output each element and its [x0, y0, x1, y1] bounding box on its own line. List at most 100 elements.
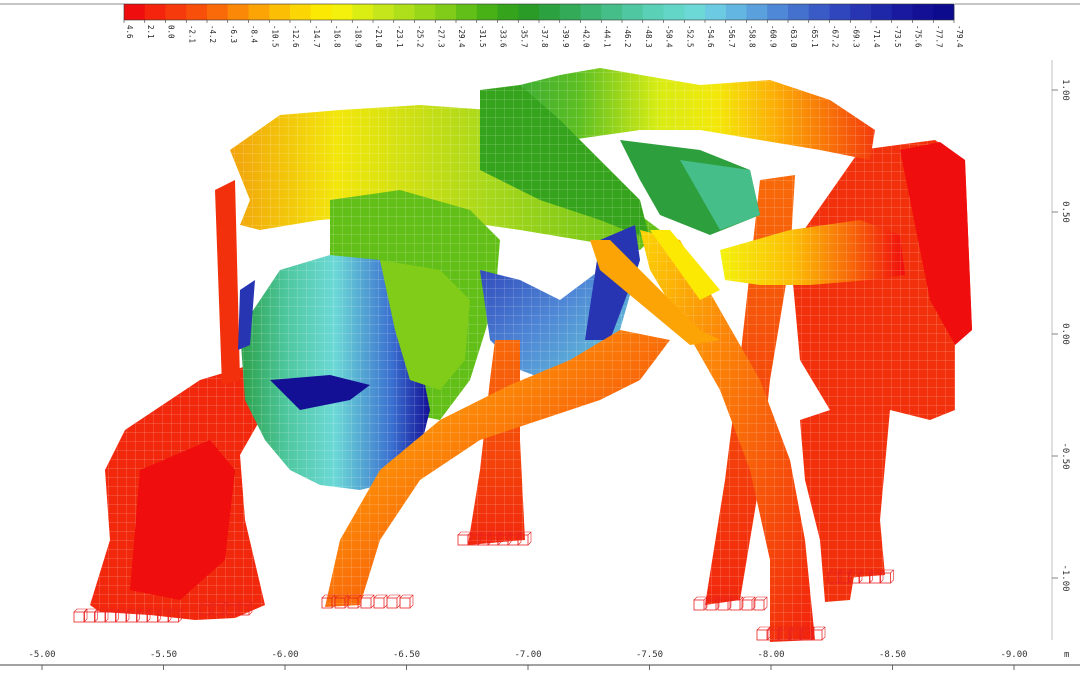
color-legend-label: -48.3: [644, 25, 653, 48]
structure-model: [90, 68, 972, 642]
color-swatch: [684, 4, 706, 20]
x-tick-label: -5.00: [28, 650, 55, 660]
color-swatch: [539, 4, 561, 20]
color-swatch: [705, 4, 727, 20]
color-legend-label: -29.4: [457, 25, 466, 48]
color-legend-label: 2.1: [146, 25, 155, 39]
color-swatch: [788, 4, 810, 20]
color-legend-label: -56.7: [727, 25, 736, 48]
color-swatch: [414, 4, 436, 20]
color-legend-label: -21.0: [374, 25, 383, 48]
structure-viewport: 4.6 2.1 0.0 -2.1 -4.2 -6.3 -8.4 -10.5 -12.6 -14.7…: [0, 3, 1080, 670]
color-legend-label: -31.5: [478, 25, 487, 48]
color-legend-label: -77.7: [934, 25, 943, 48]
color-swatch: [559, 4, 581, 20]
color-swatch: [248, 4, 270, 20]
color-swatch: [808, 4, 830, 20]
color-swatch: [829, 4, 851, 20]
y-tick-label: 0.50: [1060, 201, 1070, 223]
support-box: [756, 629, 768, 641]
color-swatch: [207, 4, 229, 20]
color-swatch: [269, 4, 291, 20]
color-legend-label: -63.0: [789, 25, 798, 48]
color-swatch: [435, 4, 457, 20]
color-legend-label: -50.4: [665, 25, 674, 48]
color-swatch: [601, 4, 623, 20]
color-legend-label: -8.4: [250, 25, 259, 44]
color-legend-label: -44.1: [602, 25, 611, 48]
x-axis-ticks: -5.00 -5.50 -6.00 -6.50 -7.00 -7.50 -8.00 -8.50…: [28, 650, 1028, 670]
y-tick-label: 1.00: [1060, 79, 1070, 101]
x-axis-unit: m: [1064, 650, 1069, 660]
color-swatch: [663, 4, 685, 20]
color-legend-label: -10.5: [270, 25, 279, 48]
color-swatch: [767, 4, 789, 20]
support-box: [457, 534, 469, 546]
color-swatch: [227, 4, 249, 20]
support-box: [386, 597, 398, 609]
color-legend-label: -60.9: [768, 25, 777, 48]
color-legend-label: -65.1: [810, 25, 819, 48]
color-swatch: [373, 4, 395, 20]
color-swatch: [580, 4, 602, 20]
support-box: [693, 599, 705, 611]
color-legend-label: -6.3: [229, 25, 238, 43]
color-legend-label: -23.1: [395, 25, 404, 48]
support-box: [729, 599, 741, 611]
color-swatch: [497, 4, 519, 20]
x-tick-label: -5.50: [150, 650, 177, 660]
color-swatch: [144, 4, 166, 20]
support-box: [84, 611, 95, 623]
support-box: [399, 597, 411, 609]
color-swatch: [746, 4, 768, 20]
color-legend-label: -37.8: [540, 25, 549, 48]
color-legend-label: -52.5: [685, 25, 694, 48]
color-swatch: [891, 4, 913, 20]
color-swatch: [871, 4, 893, 20]
color-swatch: [310, 4, 332, 20]
color-swatch: [165, 4, 187, 20]
x-tick-label: -9.00: [1000, 650, 1027, 660]
color-swatch: [124, 4, 146, 20]
x-tick-label: -8.00: [757, 650, 784, 660]
color-legend-label: -35.7: [519, 25, 528, 48]
color-legend-label: -25.2: [416, 25, 425, 48]
color-swatch: [642, 4, 664, 20]
color-swatch: [622, 4, 644, 20]
x-tick-label: -8.50: [879, 650, 906, 660]
color-legend-label: -27.3: [436, 25, 445, 48]
y-tick-label: -1.00: [1060, 564, 1070, 591]
color-swatch: [186, 4, 208, 20]
x-tick-label: -7.50: [636, 650, 663, 660]
color-swatch: [518, 4, 540, 20]
support-box: [753, 599, 765, 611]
color-legend-label: -18.9: [353, 25, 362, 48]
y-tick-label: -0.50: [1060, 442, 1070, 469]
color-legend-label: -12.6: [291, 25, 300, 48]
color-legend-label: -71.4: [872, 25, 881, 48]
y-tick-label: 0.00: [1060, 323, 1070, 345]
color-legend-label: -42.0: [582, 25, 591, 48]
support-box: [741, 599, 753, 611]
support-box: [360, 597, 372, 609]
color-swatch: [850, 4, 872, 20]
support-box: [94, 611, 106, 623]
support-box: [73, 611, 85, 623]
color-legend-label: -46.2: [623, 25, 632, 48]
color-swatch: [393, 4, 415, 20]
color-legend-label: -16.8: [333, 25, 342, 48]
color-swatch: [331, 4, 353, 20]
color-legend-label: -4.2: [208, 25, 217, 43]
color-legend-labels: 4.6 2.1 0.0 -2.1 -4.2 -6.3 -8.4 -10.5 -12.6 -14.7…: [123, 20, 964, 48]
support-box: [115, 611, 127, 623]
y-axis-ticks: 1.00 0.50 0.00 -0.50 -1.00: [1052, 79, 1070, 592]
color-legend-label: -2.1: [187, 25, 196, 43]
x-tick-label: -6.00: [271, 650, 298, 660]
x-tick-label: -6.50: [393, 650, 420, 660]
color-swatch: [933, 4, 955, 20]
color-legend-label: 4.6: [125, 25, 134, 39]
color-swatch: [352, 4, 374, 20]
color-legend-bar: [123, 3, 955, 21]
color-swatch: [476, 4, 498, 20]
color-legend-label: -54.6: [706, 25, 715, 48]
